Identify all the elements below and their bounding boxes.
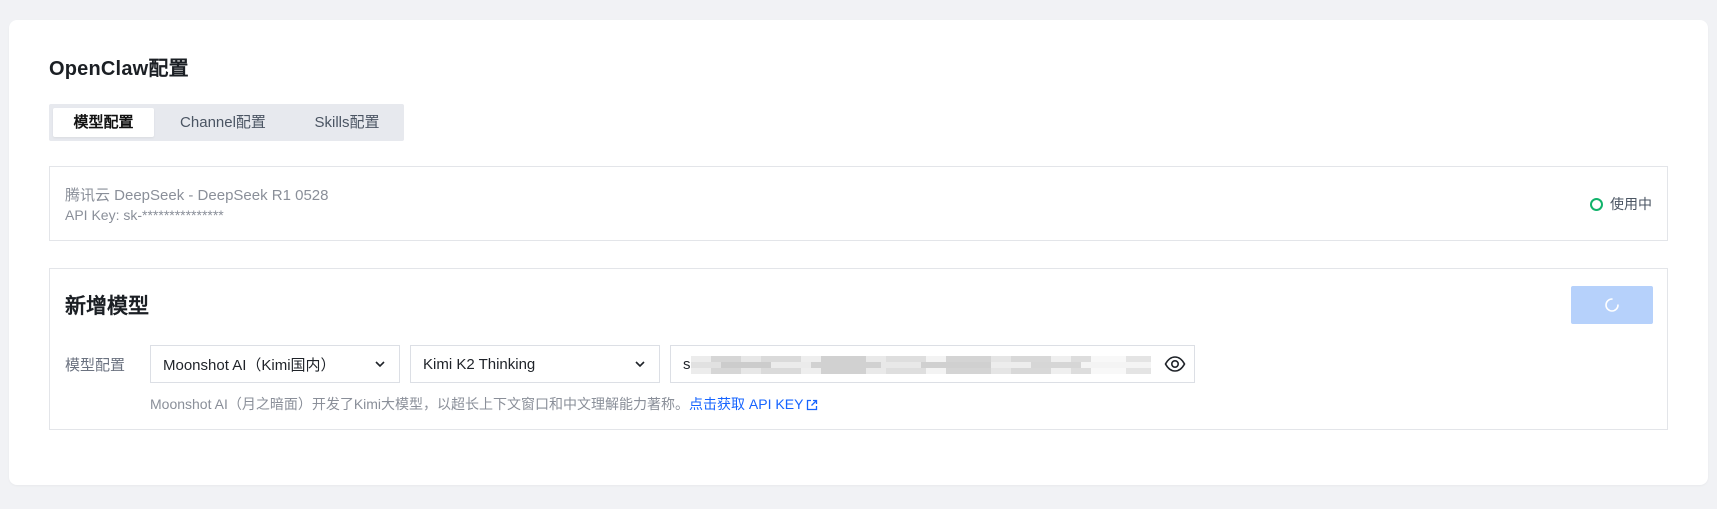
provider-select-value: Moonshot AI（Kimi国内）	[163, 356, 336, 374]
chevron-down-icon	[375, 361, 385, 368]
eye-icon[interactable]	[1164, 355, 1186, 373]
tab-skills-config[interactable]: Skills配置	[293, 108, 401, 137]
get-api-key-link[interactable]: 点击获取 API KEY	[689, 396, 818, 412]
model-select[interactable]: Kimi K2 Thinking	[410, 345, 660, 383]
add-model-title: 新增模型	[65, 295, 149, 318]
redacted-api-key	[691, 356, 1151, 374]
api-key-value: s	[683, 355, 691, 373]
loading-spinner-icon	[1605, 298, 1619, 312]
model-select-value: Kimi K2 Thinking	[423, 355, 536, 373]
api-key-input[interactable]: s	[670, 345, 1195, 383]
current-model-name: 腾讯云 DeepSeek - DeepSeek R1 0528	[65, 187, 329, 204]
external-link-icon	[807, 399, 818, 411]
add-model-panel: 新增模型 模型配置 Moonshot AI（Kimi国内） Kimi K2 Th…	[49, 268, 1668, 430]
model-config-label: 模型配置	[65, 357, 126, 374]
status-dot-icon	[1590, 197, 1603, 211]
tab-channel-config[interactable]: Channel配置	[159, 108, 287, 137]
status-label: 使用中	[1610, 196, 1652, 212]
chevron-down-icon	[635, 361, 645, 368]
provider-hint-text: Moonshot AI（月之暗面）开发了Kimi大模型，以超长上下文窗口和中文理…	[150, 396, 690, 412]
provider-hint: Moonshot AI（月之暗面）开发了Kimi大模型，以超长上下文窗口和中文理…	[150, 394, 818, 414]
tab-model-config[interactable]: 模型配置	[53, 108, 154, 137]
provider-select[interactable]: Moonshot AI（Kimi国内）	[150, 345, 400, 383]
status-badge: 使用中	[1590, 194, 1652, 214]
current-model-card: 腾讯云 DeepSeek - DeepSeek R1 0528 API Key:…	[49, 166, 1668, 241]
add-model-button[interactable]	[1571, 286, 1653, 324]
config-tabs: 模型配置 Channel配置 Skills配置	[49, 104, 404, 141]
current-model-api-key: API Key: sk-***************	[65, 207, 224, 223]
page-title: OpenClaw配置	[49, 58, 189, 80]
